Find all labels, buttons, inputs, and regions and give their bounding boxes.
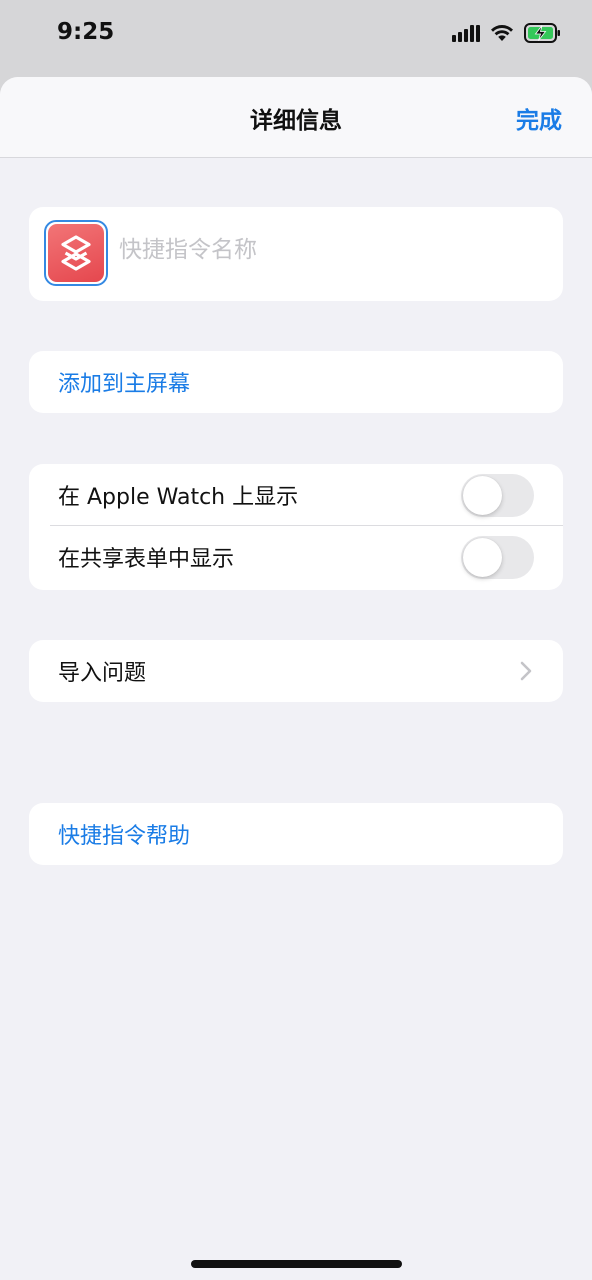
- display-options-card: 在 Apple Watch 上显示 在共享表单中显示: [29, 464, 563, 590]
- cellular-signal-icon: [452, 24, 480, 42]
- shortcuts-help-button[interactable]: 快捷指令帮助: [29, 803, 563, 865]
- show-in-share-sheet-label: 在共享表单中显示: [58, 547, 235, 572]
- page-title: 详细信息: [250, 108, 342, 134]
- show-on-apple-watch-toggle[interactable]: [461, 474, 534, 517]
- nav-bar: 详细信息 完成: [0, 77, 592, 158]
- status-icons: [452, 20, 562, 46]
- add-to-home-screen-button[interactable]: 添加到主屏幕: [29, 351, 563, 413]
- toggle-knob: [463, 538, 502, 577]
- show-in-share-sheet-row: 在共享表单中显示: [29, 526, 563, 588]
- done-button[interactable]: 完成: [516, 101, 562, 135]
- shortcut-icon-button[interactable]: [44, 220, 108, 286]
- help-card: 快捷指令帮助: [29, 803, 563, 865]
- import-questions-row[interactable]: 导入问题: [29, 640, 563, 702]
- status-time: 9:25: [57, 19, 115, 45]
- battery-charging-icon: [524, 23, 560, 43]
- import-questions-card: 导入问题: [29, 640, 563, 702]
- show-on-apple-watch-label: 在 Apple Watch 上显示: [58, 485, 299, 510]
- status-bar: 9:25: [0, 0, 592, 70]
- wifi-icon: [491, 25, 513, 41]
- toggle-knob: [463, 476, 502, 515]
- home-indicator: [191, 1260, 402, 1268]
- add-to-home-card: 添加到主屏幕: [29, 351, 563, 413]
- shortcuts-app-icon: [48, 224, 104, 282]
- import-questions-label: 导入问题: [58, 661, 147, 686]
- chevron-right-icon: [520, 661, 532, 681]
- show-in-share-sheet-toggle[interactable]: [461, 536, 534, 579]
- show-on-apple-watch-row: 在 Apple Watch 上显示: [29, 464, 563, 526]
- shortcut-name-input[interactable]: [119, 237, 539, 263]
- shortcut-name-card: [29, 207, 563, 301]
